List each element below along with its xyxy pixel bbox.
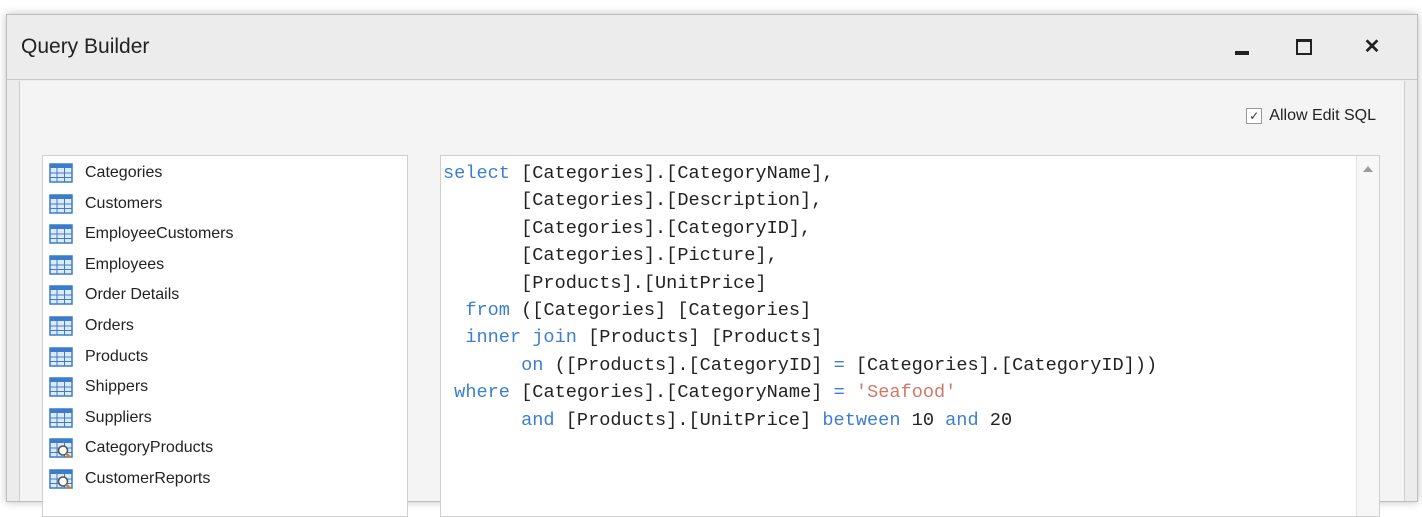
sql-token: [Categories].[Description], <box>443 190 823 212</box>
table-list-item[interactable]: Shippers <box>49 373 148 401</box>
sql-text[interactable]: select [Categories].[CategoryName], [Cat… <box>443 160 1157 434</box>
allow-edit-sql-checkbox[interactable]: ✓ Allow Edit SQL <box>1246 107 1376 125</box>
sql-token: [Categories].[CategoryID])) <box>844 354 1158 376</box>
table-list-item[interactable]: CustomerReports <box>49 465 210 493</box>
table-list-item-label: Suppliers <box>85 408 152 426</box>
scroll-up-arrow-icon[interactable] <box>1363 166 1373 172</box>
table-icon <box>49 408 73 428</box>
close-icon: ✕ <box>1363 36 1381 58</box>
table-list-item-label: Order Details <box>85 286 180 304</box>
table-icon <box>49 193 73 214</box>
table-icon <box>49 377 73 397</box>
table-list-item[interactable]: Products <box>49 343 148 371</box>
sql-token: 20 <box>978 409 1013 431</box>
table-list-item[interactable]: CategoryProducts <box>49 434 213 462</box>
table-icon <box>49 163 73 183</box>
sql-keyword: from <box>465 300 510 322</box>
sql-token: [Categories].[CategoryName] <box>509 382 834 404</box>
sql-token: [Products].[UnitPrice] <box>443 272 767 294</box>
table-list-item[interactable]: Suppliers <box>49 404 152 432</box>
checkbox-box[interactable]: ✓ <box>1246 108 1263 124</box>
table-icon <box>49 285 73 306</box>
table-list-item-label: Customers <box>85 194 163 212</box>
dialog-content: ✓ Allow Edit SQL Categories Customers Empl… <box>19 81 1405 517</box>
sql-keyword: = <box>833 354 845 376</box>
table-list-item-label: Products <box>85 347 149 365</box>
sql-token: [Products] [Products] <box>576 327 823 349</box>
table-icon <box>49 224 73 244</box>
view-icon <box>49 469 73 489</box>
table-list-item[interactable]: Employees <box>49 251 164 279</box>
table-list-item-label: CategoryProducts <box>85 439 214 457</box>
sql-keyword: on <box>521 354 544 376</box>
sql-string: 'Seafood' <box>855 382 957 404</box>
minimize-icon <box>1235 51 1249 55</box>
sql-token: ([Products].[CategoryID] <box>543 354 834 376</box>
query-builder-window: Query Builder ✕ ✓ Allow Edit SQL Categor… <box>6 14 1418 517</box>
sql-keyword: and <box>945 409 979 431</box>
table-list-item-label: EmployeeCustomers <box>85 225 234 243</box>
window-title: Query Builder <box>21 35 150 58</box>
sql-keyword: and <box>521 409 555 431</box>
table-list-item[interactable]: Order Details <box>49 281 179 309</box>
minimize-button[interactable] <box>1227 33 1257 61</box>
maximize-icon <box>1296 39 1312 55</box>
allow-edit-sql-label: Allow Edit SQL <box>1269 107 1376 124</box>
sql-keyword: select <box>443 163 510 184</box>
table-list-item[interactable]: Orders <box>49 312 134 340</box>
sql-token: [Categories].[CategoryName], <box>509 163 834 184</box>
view-icon <box>49 438 73 459</box>
sql-token: ([Categories] [Categories] <box>509 300 812 322</box>
sql-token: [Products].[UnitPrice] <box>554 409 823 431</box>
table-list-item-label: Orders <box>85 317 134 334</box>
checkmark-icon: ✓ <box>1249 109 1260 123</box>
table-list-item-label: Employees <box>85 255 165 273</box>
table-icon <box>49 316 73 336</box>
sql-token: 10 <box>900 409 946 431</box>
table-list-item-label: Shippers <box>85 378 149 396</box>
sql-token: [Categories].[CategoryID], <box>443 217 812 239</box>
table-icon <box>49 346 73 367</box>
sql-keyword: = <box>833 382 845 404</box>
sql-keyword: where <box>454 382 510 404</box>
vertical-scrollbar[interactable] <box>1356 156 1379 516</box>
close-button[interactable]: ✕ <box>1357 33 1387 61</box>
sql-keyword: between <box>822 409 901 431</box>
sql-token: [Categories].[Picture], <box>443 245 778 267</box>
sql-keyword: inner join <box>465 327 577 349</box>
table-list-item[interactable]: EmployeeCustomers <box>49 220 234 248</box>
table-list-item[interactable]: Categories <box>49 159 162 187</box>
table-icon <box>49 255 73 275</box>
tables-list[interactable]: Categories Customers EmployeeCustomers Empl… <box>42 155 408 517</box>
maximize-button[interactable] <box>1289 33 1319 61</box>
title-bar[interactable]: Query Builder ✕ <box>7 15 1417 80</box>
table-list-item-label: Categories <box>85 164 163 181</box>
table-list-item[interactable]: Customers <box>49 190 162 218</box>
table-list-item-label: CustomerReports <box>85 470 211 487</box>
sql-editor[interactable]: select [Categories].[CategoryName], [Cat… <box>440 155 1380 517</box>
